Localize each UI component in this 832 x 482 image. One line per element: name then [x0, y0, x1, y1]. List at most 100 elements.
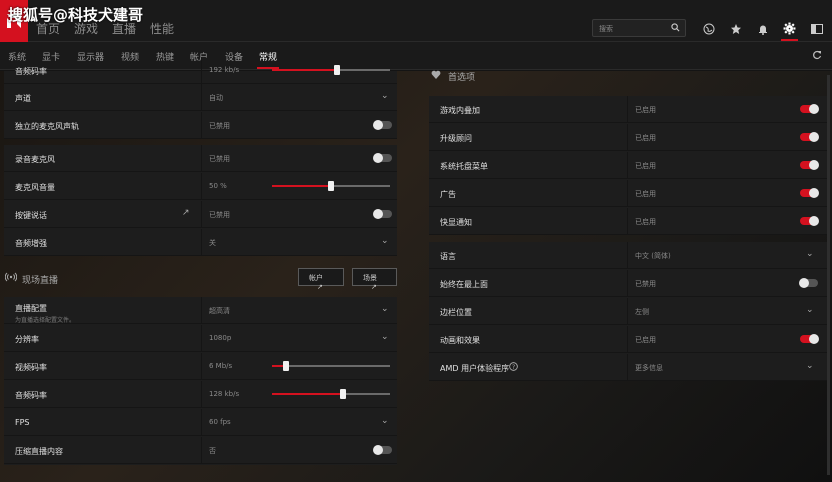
- chevron-down-icon[interactable]: ⌄: [806, 361, 814, 371]
- refresh-icon[interactable]: [812, 50, 822, 63]
- window-icon[interactable]: [808, 20, 825, 37]
- row-always-on-top[interactable]: 始终在最上面 已禁用: [429, 270, 827, 297]
- help-icon[interactable]: ?: [509, 362, 518, 373]
- live-stream-title: 现场直播: [22, 276, 59, 286]
- chevron-down-icon[interactable]: ⌄: [381, 332, 389, 342]
- external-link-icon[interactable]: ↗: [182, 208, 190, 218]
- row-sidebar-position[interactable]: 边栏位置 左侧 ⌄: [429, 298, 827, 325]
- chevron-down-icon[interactable]: ⌄: [381, 236, 389, 246]
- row-video-bitrate[interactable]: 视频码率 6 Mb/s: [4, 353, 397, 380]
- row-label: 系统托盘菜单: [440, 162, 488, 171]
- row-label: 广告: [440, 190, 456, 199]
- toast-toggle[interactable]: [800, 216, 819, 226]
- record-mic-toggle[interactable]: [373, 153, 392, 163]
- audio-bitrate-slider[interactable]: [272, 65, 390, 75]
- always-on-top-toggle[interactable]: [799, 278, 818, 288]
- row-divider: [627, 96, 628, 122]
- row-stream-config[interactable]: 直播配置 为直播选择配置文件。 超高清 ⌄: [4, 297, 397, 324]
- row-label: 语言: [440, 252, 456, 261]
- row-divider: [201, 297, 202, 323]
- row-push-to-talk[interactable]: 按键说话 ↗ 已禁用: [4, 201, 397, 228]
- slider-knob[interactable]: [328, 181, 334, 191]
- row-language[interactable]: 语言 中文 (简体) ⌄: [429, 242, 827, 269]
- mic-volume-slider[interactable]: [272, 181, 390, 191]
- row-record-mic[interactable]: 录音麦克风 已禁用: [4, 145, 397, 172]
- row-mic-volume[interactable]: 麦克风音量 50 %: [4, 173, 397, 200]
- chevron-down-icon[interactable]: ⌄: [381, 304, 389, 314]
- row-label: 麦克风音量: [15, 183, 55, 192]
- slider-fill: [272, 185, 331, 187]
- row-value: 已禁用: [209, 155, 230, 163]
- chevron-down-icon[interactable]: ⌄: [806, 305, 814, 315]
- row-divider: [201, 201, 202, 227]
- account-button-label: 帐户: [309, 274, 323, 282]
- row-audio-bitrate-partial[interactable]: 音频码率 192 kb/s: [4, 57, 397, 84]
- search-placeholder: 搜索: [599, 25, 613, 33]
- live-stream-icon: [4, 272, 18, 285]
- tray-menu-toggle[interactable]: [800, 160, 819, 170]
- top-bar: 首页 游戏 直播 性能 搜狐号@科技犬建哥 搜索: [0, 0, 832, 42]
- row-divider: [627, 124, 628, 150]
- slider-knob[interactable]: [333, 65, 340, 75]
- row-tray-menu[interactable]: 系统托盘菜单 已启用: [429, 152, 827, 179]
- row-channel[interactable]: 声道 自动 ⌄: [4, 84, 397, 111]
- row-divider: [201, 112, 202, 138]
- star-icon[interactable]: [727, 20, 744, 37]
- row-audio-boost[interactable]: 音频增强 关 ⌄: [4, 229, 397, 256]
- scrollbar[interactable]: [827, 75, 830, 475]
- row-divider: [201, 173, 202, 199]
- row-resolution[interactable]: 分辨率 1080p ⌄: [4, 325, 397, 352]
- audio-panel: 音频码率 192 kb/s 声道 自动 ⌄ 独立的麦克风声轨 已禁用: [4, 57, 397, 139]
- row-label: 动画和效果: [440, 336, 480, 345]
- row-value: 超高清: [209, 307, 230, 315]
- search-input[interactable]: 搜索: [592, 19, 686, 37]
- ingame-overlay-toggle[interactable]: [800, 104, 819, 114]
- globe-icon[interactable]: [700, 20, 717, 37]
- upgrade-advisor-toggle[interactable]: [800, 132, 819, 142]
- row-divider: [627, 208, 628, 234]
- row-mic-track[interactable]: 独立的麦克风声轨 已禁用: [4, 112, 397, 139]
- general-panel: 语言 中文 (简体) ⌄ 始终在最上面 已禁用 边栏位置 左侧 ⌄ 动画和效果 …: [429, 242, 827, 381]
- row-divider: [627, 180, 628, 206]
- chevron-down-icon[interactable]: ⌄: [381, 91, 389, 101]
- animation-toggle[interactable]: [800, 334, 819, 344]
- row-audio-bitrate[interactable]: 音频码率 128 kb/s: [4, 381, 397, 408]
- mic-track-toggle[interactable]: [373, 120, 392, 130]
- ads-toggle[interactable]: [800, 188, 819, 198]
- slider-fill: [272, 393, 343, 395]
- mic-panel: 录音麦克风 已禁用 麦克风音量 50 % 按键说话 ↗ 已禁用 音频增强 关 ⌄: [4, 145, 397, 256]
- row-compress[interactable]: 压缩直播内容 否: [4, 437, 397, 464]
- row-value: 6 Mb/s: [209, 362, 233, 370]
- row-ads[interactable]: 广告 已启用: [429, 180, 827, 207]
- favorites-title: 首选项: [448, 73, 476, 83]
- compress-toggle[interactable]: [373, 445, 392, 455]
- row-animation[interactable]: 动画和效果 已启用: [429, 326, 827, 353]
- scene-button[interactable]: 场景↗: [352, 268, 397, 291]
- account-button[interactable]: 帐户↗: [298, 268, 344, 291]
- row-value: 128 kb/s: [209, 390, 240, 398]
- row-fps[interactable]: FPS 60 fps ⌄: [4, 409, 397, 436]
- row-toast[interactable]: 快显通知 已启用: [429, 208, 827, 235]
- row-value: 192 kb/s: [209, 66, 240, 74]
- chevron-down-icon[interactable]: ⌄: [806, 249, 814, 259]
- nav-performance[interactable]: 性能: [150, 20, 174, 37]
- slider-knob[interactable]: [339, 389, 346, 399]
- slider-knob[interactable]: [283, 361, 290, 371]
- preferences-panel: 游戏内叠加 已启用 升级顾问 已启用 系统托盘菜单 已启用 广告 已启用 快显通…: [429, 96, 827, 235]
- row-upgrade-advisor[interactable]: 升级顾问 已启用: [429, 124, 827, 151]
- row-ingame-overlay[interactable]: 游戏内叠加 已启用: [429, 96, 827, 123]
- gear-icon[interactable]: [781, 20, 798, 41]
- watermark: 搜狐号@科技犬建哥: [8, 6, 144, 24]
- row-label: 音频码率: [15, 391, 47, 400]
- row-divider: [627, 354, 628, 380]
- audio-bitrate-slider[interactable]: [272, 389, 390, 399]
- row-label: AMD 用户体验程序: [440, 364, 510, 373]
- bell-icon[interactable]: [754, 20, 771, 37]
- search-icon: [671, 23, 680, 34]
- scene-button-label: 场景: [363, 274, 377, 282]
- video-bitrate-slider[interactable]: [272, 361, 390, 371]
- push-to-talk-toggle[interactable]: [373, 209, 392, 219]
- row-value: 已启用: [635, 162, 656, 170]
- row-amd-program[interactable]: AMD 用户体验程序 ? 更多信息 ⌄: [429, 354, 827, 381]
- chevron-down-icon[interactable]: ⌄: [381, 416, 389, 426]
